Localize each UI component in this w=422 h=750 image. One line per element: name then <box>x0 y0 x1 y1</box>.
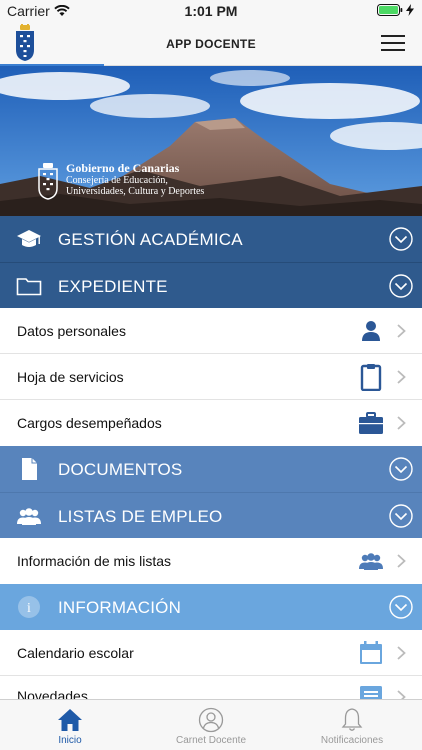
chevron-right-icon <box>397 646 406 660</box>
section-documentos[interactable]: DOCUMENTOS <box>0 446 422 492</box>
chevron-down-circle-icon[interactable] <box>389 227 413 251</box>
list-item-hoja-de-servicios[interactable]: Hoja de servicios <box>0 354 422 400</box>
calendar-icon <box>360 641 382 664</box>
tab-bar: Inicio Carnet Docente Notificaciones <box>0 699 422 750</box>
chevron-right-icon <box>397 416 406 430</box>
banner-image: Gobierno de Canarias Consejería de Educa… <box>0 66 422 216</box>
tab-notificaciones[interactable]: Notificaciones <box>282 700 422 750</box>
section-label: EXPEDIENTE <box>58 277 168 296</box>
list-item-label: Datos personales <box>17 323 126 339</box>
list-item-informacion-de-mis-listas[interactable]: Información de mis listas <box>0 538 422 584</box>
group-icon <box>359 553 383 570</box>
list-item-datos-personales[interactable]: Datos personales <box>0 308 422 354</box>
tab-label: Notificaciones <box>320 735 384 746</box>
section-expediente[interactable]: EXPEDIENTE <box>0 262 422 308</box>
list-item-label: Hoja de servicios <box>17 369 124 385</box>
section-label: DOCUMENTOS <box>58 460 183 479</box>
list-item-calendario-escolar[interactable]: Calendario escolar <box>0 630 422 676</box>
section-label: LISTAS DE EMPLEO <box>58 507 223 526</box>
chevron-right-icon <box>397 370 406 384</box>
bell-icon <box>341 708 363 731</box>
status-time: 1:01 PM <box>184 3 238 19</box>
list-item-label: Cargos desempeñados <box>17 415 162 431</box>
news-icon <box>360 686 382 699</box>
section-label: INFORMACIÓN <box>58 598 182 617</box>
list-item-label: Novedades <box>17 688 88 699</box>
charging-icon <box>406 4 414 16</box>
clipboard-icon <box>360 364 382 391</box>
page-title: APP DOCENTE <box>166 37 256 51</box>
list-item-cargos-desempenados[interactable]: Cargos desempeñados <box>0 400 422 446</box>
person-icon <box>362 321 380 341</box>
id-user-icon <box>198 707 224 733</box>
org-name: Gobierno de Canarias <box>66 161 180 175</box>
battery-icon <box>377 4 403 16</box>
hamburger-menu-icon[interactable] <box>381 35 405 53</box>
document-icon <box>22 458 37 480</box>
info-icon: i <box>18 596 40 618</box>
chevron-down-circle-icon[interactable] <box>389 274 413 298</box>
nav-bar: APP DOCENTE <box>0 22 422 66</box>
section-listas-de-empleo[interactable]: LISTAS DE EMPLEO <box>0 492 422 538</box>
graduation-cap-icon <box>17 230 41 247</box>
gobierno-logo: Gobierno de Canarias Consejería de Educa… <box>36 162 204 200</box>
chevron-down-circle-icon[interactable] <box>389 457 413 481</box>
chevron-right-icon <box>397 690 406 699</box>
org-line-2: Universidades, Cultura y Deportes <box>66 186 205 197</box>
tab-label: Carnet Docente <box>175 735 247 746</box>
chevron-down-circle-icon[interactable] <box>389 595 413 619</box>
tab-inicio[interactable]: Inicio <box>0 700 140 750</box>
status-bar: Carrier 1:01 PM <box>0 0 422 22</box>
status-right <box>377 4 414 16</box>
users-icon <box>17 508 41 525</box>
org-line-1: Consejería de Educación, <box>66 175 168 186</box>
canarias-crest-white-icon <box>38 163 58 200</box>
chevron-down-circle-icon[interactable] <box>389 504 413 528</box>
tab-label: Inicio <box>58 735 82 746</box>
list-item-novedades[interactable]: Novedades <box>0 676 422 699</box>
tab-carnet-docente[interactable]: Carnet Docente <box>141 700 281 750</box>
chevron-right-icon <box>397 554 406 568</box>
banner-text: Gobierno de Canarias Consejería de Educa… <box>66 162 204 200</box>
home-icon <box>58 709 82 731</box>
section-gestion-academica[interactable]: GESTIÓN ACADÉMICA <box>0 216 422 262</box>
section-informacion[interactable]: i INFORMACIÓN <box>0 584 422 630</box>
folder-icon <box>16 278 42 296</box>
svg-text:i: i <box>27 601 31 616</box>
section-label: GESTIÓN ACADÉMICA <box>58 230 243 249</box>
chevron-right-icon <box>397 324 406 338</box>
list-item-label: Calendario escolar <box>17 645 134 661</box>
briefcase-icon <box>359 412 383 434</box>
list-item-label: Información de mis listas <box>17 553 172 569</box>
